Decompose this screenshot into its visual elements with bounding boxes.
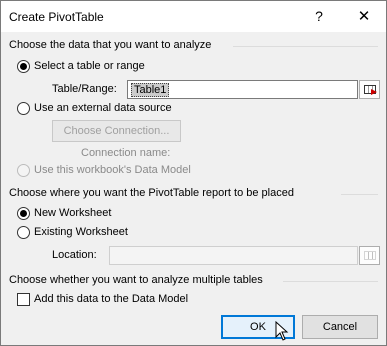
location-label: Location: [52,249,97,261]
placement-section-heading: Choose where you want the PivotTable rep… [9,187,294,199]
create-pivottable-dialog: Create PivotTable ? ✕ Choose the data th… [0,0,387,346]
window-title: Create PivotTable [9,10,104,24]
data-model-radio[interactable] [17,164,30,177]
table-range-value: Table1 [131,83,170,97]
multiple-section-heading: Choose whether you want to analyze multi… [9,274,263,286]
table-range-input[interactable]: Table1 [127,80,358,99]
existing-worksheet-label[interactable]: Existing Worksheet [34,226,128,238]
existing-worksheet-radio[interactable] [17,226,30,239]
divider [233,46,378,47]
select-table-label[interactable]: Select a table or range [34,60,145,72]
new-worksheet-radio[interactable] [17,207,30,220]
external-source-label[interactable]: Use an external data source [34,102,172,114]
help-button[interactable]: ? [297,1,341,32]
close-button[interactable]: ✕ [342,1,386,32]
data-section-heading: Choose the data that you want to analyze [9,39,212,51]
add-data-model-label[interactable]: Add this data to the Data Model [34,293,188,305]
title-bar: Create PivotTable ? ✕ [1,1,386,32]
new-worksheet-label[interactable]: New Worksheet [34,207,111,219]
add-data-model-checkbox[interactable] [17,293,30,306]
help-icon: ? [315,8,323,24]
table-range-selector-button[interactable] [359,80,380,99]
connection-name-label: Connection name: [81,147,171,159]
divider [283,281,378,282]
external-source-radio[interactable] [17,102,30,115]
choose-connection-button[interactable]: Choose Connection... [52,120,181,142]
close-icon: ✕ [357,8,371,25]
range-selector-icon [364,251,376,260]
mouse-pointer-icon [275,321,289,341]
divider [341,194,378,195]
location-selector-button[interactable] [359,246,380,265]
location-input[interactable] [109,246,358,265]
table-range-label: Table/Range: [52,83,117,95]
data-model-label[interactable]: Use this workbook's Data Model [34,164,191,176]
cancel-button[interactable]: Cancel [302,315,378,339]
select-table-radio[interactable] [17,60,30,73]
